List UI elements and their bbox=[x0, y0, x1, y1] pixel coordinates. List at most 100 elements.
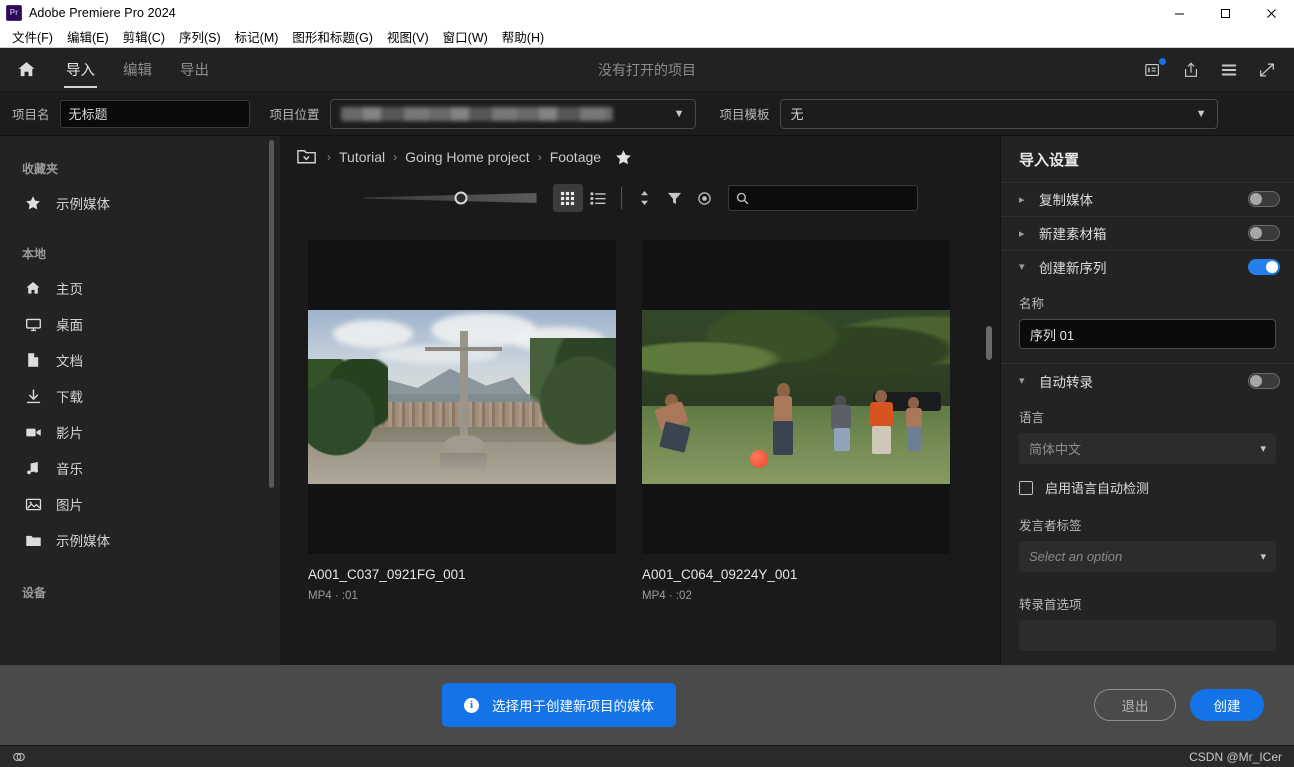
menu-file[interactable]: 文件(F) bbox=[5, 25, 60, 48]
sidebar-item-label: 音乐 bbox=[56, 462, 83, 477]
eye-icon[interactable] bbox=[690, 184, 720, 212]
new-sequence-toggle[interactable] bbox=[1248, 258, 1280, 275]
watermark: CSDN @Mr_ICer bbox=[1189, 749, 1282, 764]
breadcrumb-item-tutorial[interactable]: Tutorial bbox=[339, 149, 385, 165]
sidebar-item-desktop[interactable]: 桌面 bbox=[0, 306, 280, 342]
transcription-prefs-select[interactable] bbox=[1019, 620, 1276, 651]
chevron-down-icon[interactable]: ▾ bbox=[1019, 374, 1029, 387]
media-card[interactable]: A001_C064_09224Y_001 MP4 · :02 bbox=[642, 240, 950, 665]
menu-help[interactable]: 帮助(H) bbox=[495, 25, 551, 48]
menu-window[interactable]: 窗口(W) bbox=[436, 25, 495, 48]
sidebar-item-pictures[interactable]: 图片 bbox=[0, 486, 280, 522]
creative-cloud-icon[interactable] bbox=[12, 750, 26, 764]
slider-knob[interactable] bbox=[454, 191, 467, 205]
menu-marker[interactable]: 标记(M) bbox=[228, 25, 286, 48]
language-label: 语言 bbox=[1019, 411, 1045, 425]
breadcrumb-item-footage[interactable]: Footage bbox=[550, 149, 601, 165]
section-label: 自动转录 bbox=[1039, 374, 1093, 390]
redacted-path bbox=[340, 106, 613, 121]
browser-scrollbar[interactable] bbox=[986, 326, 992, 360]
sequence-name-input[interactable]: 序列 01 bbox=[1019, 319, 1276, 350]
menu-bar: 文件(F) 编辑(E) 剪辑(C) 序列(S) 标记(M) 图形和标题(G) 视… bbox=[0, 26, 1294, 48]
fullscreen-icon[interactable] bbox=[1250, 53, 1284, 87]
sidebar-item-music[interactable]: 音乐 bbox=[0, 450, 280, 486]
menu-view[interactable]: 视图(V) bbox=[380, 25, 436, 48]
media-thumbnail-soccer-kids bbox=[642, 310, 950, 484]
close-button[interactable] bbox=[1248, 0, 1294, 26]
language-autodetect-checkbox[interactable] bbox=[1019, 480, 1033, 495]
tab-edit[interactable]: 编辑 bbox=[109, 48, 166, 92]
music-icon bbox=[24, 460, 42, 476]
project-location-select[interactable]: ▼ bbox=[329, 98, 696, 129]
footer-bar: i 选择用于创建新项目的媒体 退出 创建 bbox=[0, 665, 1294, 745]
share-icon[interactable] bbox=[1174, 53, 1208, 87]
filter-icon[interactable] bbox=[660, 184, 690, 212]
project-bar: 项目名 无标题 项目位置 ▼ 项目模板 无 ▼ bbox=[0, 92, 1294, 136]
language-autodetect-row[interactable]: 启用语言自动检测 bbox=[1019, 478, 1276, 497]
project-name-input[interactable]: 无标题 bbox=[59, 99, 250, 128]
create-button[interactable]: 创建 bbox=[1190, 689, 1264, 721]
sidebar-item-movies[interactable]: 影片 bbox=[0, 414, 280, 450]
main-body: 收藏夹 示例媒体 本地 主页 桌面 文档 下载 影片 音乐 图片 示例媒体 设备… bbox=[0, 136, 1294, 665]
breadcrumb-item-project[interactable]: Going Home project bbox=[405, 149, 530, 165]
section-auto-transcribe[interactable]: ▾ 自动转录 bbox=[1001, 363, 1294, 397]
language-select[interactable]: 简体中文 ▾ bbox=[1019, 433, 1276, 464]
section-label: 复制媒体 bbox=[1039, 193, 1093, 209]
info-message-button[interactable]: i 选择用于创建新项目的媒体 bbox=[442, 683, 676, 727]
sidebar-item-sample-media[interactable]: 示例媒体 bbox=[0, 522, 280, 558]
copy-media-toggle[interactable] bbox=[1248, 191, 1280, 208]
star-icon bbox=[24, 195, 42, 211]
media-thumbnail-container[interactable] bbox=[642, 240, 950, 554]
auto-transcribe-toggle[interactable] bbox=[1248, 372, 1280, 389]
chevron-right-icon[interactable]: ▸ bbox=[1019, 227, 1029, 240]
section-new-sequence[interactable]: ▾ 创建新序列 bbox=[1001, 249, 1294, 284]
section-new-bin[interactable]: ▸ 新建素材箱 bbox=[1001, 215, 1294, 250]
section-copy-media[interactable]: ▸ 复制媒体 bbox=[1001, 182, 1294, 216]
menu-graphics[interactable]: 图形和标题(G) bbox=[285, 25, 380, 48]
sidebar-item-home[interactable]: 主页 bbox=[0, 270, 280, 306]
menu-sequence[interactable]: 序列(S) bbox=[172, 25, 228, 48]
media-thumbnail-container[interactable] bbox=[308, 240, 616, 554]
video-icon bbox=[24, 424, 42, 441]
maximize-button[interactable] bbox=[1202, 0, 1248, 26]
toolbar-divider bbox=[620, 187, 622, 209]
workspace-header: 导入 编辑 导出 没有打开的项目 bbox=[0, 48, 1294, 92]
sidebar-item-label: 示例媒体 bbox=[56, 197, 110, 212]
section-label: 创建新序列 bbox=[1039, 260, 1107, 276]
sidebar-group-favorites: 收藏夹 bbox=[22, 162, 59, 176]
document-icon bbox=[24, 352, 42, 368]
search-input[interactable] bbox=[727, 185, 918, 211]
thumbnail-size-slider[interactable] bbox=[362, 189, 537, 207]
transcription-prefs-label: 转录首选项 bbox=[1019, 598, 1082, 612]
tab-export[interactable]: 导出 bbox=[166, 48, 223, 92]
media-card[interactable]: A001_C037_0921FG_001 MP4 · :01 bbox=[308, 240, 616, 665]
notifications-icon[interactable] bbox=[1136, 53, 1170, 87]
sidebar-group-local: 本地 bbox=[22, 247, 47, 261]
new-bin-toggle[interactable] bbox=[1248, 225, 1280, 242]
project-template-select[interactable]: 无 ▼ bbox=[779, 98, 1218, 129]
sidebar-item-downloads[interactable]: 下载 bbox=[0, 378, 280, 414]
sidebar-scrollbar[interactable] bbox=[269, 140, 274, 488]
grid-view-icon[interactable] bbox=[552, 184, 583, 212]
sidebar-item-documents[interactable]: 文档 bbox=[0, 342, 280, 378]
progress-icon[interactable] bbox=[1212, 53, 1246, 87]
sidebar-item-sample-media-fav[interactable]: 示例媒体 bbox=[0, 185, 280, 221]
minimize-button[interactable] bbox=[1156, 0, 1202, 26]
chevron-down-icon: ▼ bbox=[1195, 107, 1207, 120]
transcription-section: 语言 简体中文 ▾ 启用语言自动检测 发言者标签 Select an optio… bbox=[1001, 397, 1294, 665]
info-message-text: 选择用于创建新项目的媒体 bbox=[492, 699, 654, 714]
speaker-select[interactable]: Select an option ▾ bbox=[1019, 541, 1276, 572]
menu-edit[interactable]: 编辑(E) bbox=[60, 25, 116, 48]
workspace-actions bbox=[1136, 53, 1294, 87]
tab-import[interactable]: 导入 bbox=[52, 48, 109, 92]
cancel-button[interactable]: 退出 bbox=[1094, 689, 1176, 721]
chevron-down-icon[interactable]: ▾ bbox=[1019, 260, 1029, 273]
sidebar-item-label: 示例媒体 bbox=[56, 534, 110, 549]
list-view-icon[interactable] bbox=[583, 184, 613, 212]
sort-icon[interactable] bbox=[630, 184, 660, 212]
home-button[interactable] bbox=[0, 48, 52, 92]
favorite-star-icon[interactable] bbox=[615, 149, 632, 166]
menu-clip[interactable]: 剪辑(C) bbox=[116, 25, 172, 48]
folder-dropdown-icon[interactable] bbox=[296, 147, 319, 167]
chevron-right-icon[interactable]: ▸ bbox=[1019, 193, 1029, 206]
